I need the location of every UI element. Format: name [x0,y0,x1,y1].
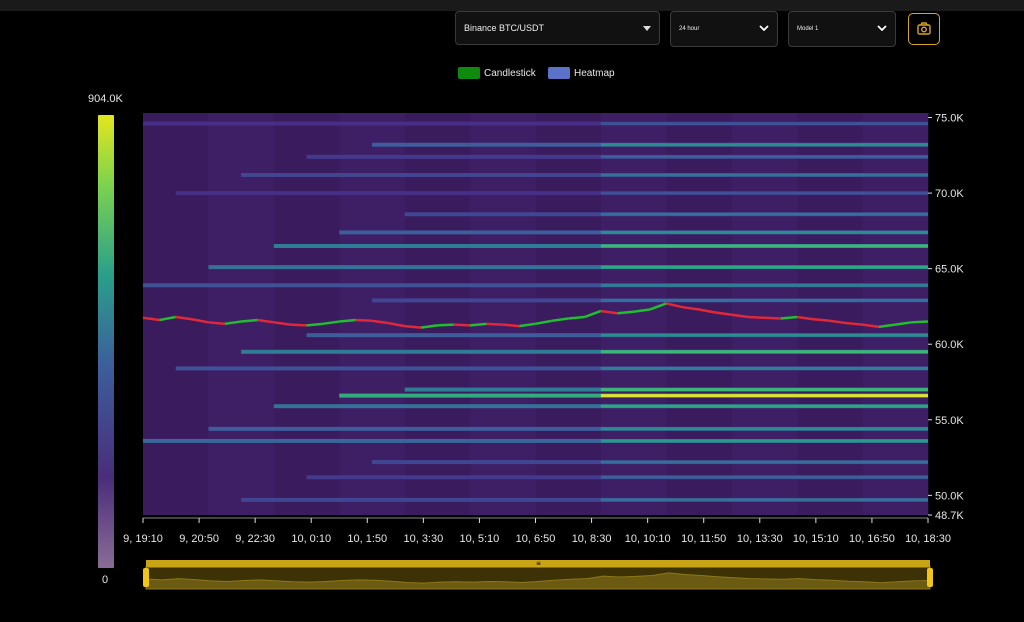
colorbar [98,115,114,568]
x-tick-label: 10, 15:10 [793,533,839,545]
y-tick-label: 60.0K [935,339,964,351]
liquidity-band-recent [600,394,928,398]
x-tick-label: 10, 6:50 [516,533,556,545]
candle-segment [241,318,258,323]
x-tick-label: 10, 13:30 [737,533,783,545]
navigator-grip-icon[interactable]: ≡ [536,560,541,567]
liquidity-band-recent [600,155,928,159]
liquidity-band-recent [600,143,928,147]
liquidity-band-recent [600,427,928,431]
candle-segment [813,318,830,323]
liquidity-band-recent [600,283,928,287]
liquidity-band-recent [600,265,928,269]
x-tick-label: 9, 20:50 [179,533,219,545]
y-tick-label: 48.7K [935,510,964,522]
candle-segment [469,322,487,327]
candle-segment [208,321,225,326]
candle-segment [355,318,373,323]
navigator-left-handle[interactable] [143,568,149,587]
candle-segment [404,324,422,329]
y-tick-label: 55.0K [935,415,964,427]
x-tick-label: 9, 19:10 [123,533,163,545]
x-tick-label: 10, 8:30 [572,533,612,545]
y-tick-label: 70.0K [935,188,964,200]
candle-segment [846,321,863,326]
candle-segment [502,323,520,328]
x-tick-label: 10, 0:10 [291,533,331,545]
liquidity-band-recent [600,350,928,354]
x-tick-label: 10, 16:50 [849,533,895,545]
candle-segment [339,318,356,323]
range-navigator[interactable]: ≡ [143,560,933,590]
candle-segment [306,322,324,327]
candle-segment [617,310,634,315]
liquidity-band-recent [600,460,928,464]
candle-segment [748,315,765,320]
candle-segment [290,323,307,327]
x-tick-label: 10, 10:10 [625,533,671,545]
candle-segment [486,322,503,326]
x-tick-label: 9, 22:30 [235,533,275,545]
liquidity-band-recent [600,439,928,443]
x-tick-label: 10, 1:50 [347,533,387,545]
candle-segment [437,323,454,327]
y-tick-label: 65.0K [935,264,964,276]
liquidity-band-recent [600,212,928,216]
candle-segment [911,320,929,324]
candle-segment [764,316,781,320]
liquidity-band-recent [600,298,928,302]
x-tick-label: 10, 18:30 [905,533,951,545]
x-tick-label: 10, 11:50 [681,533,726,545]
liquidity-band-recent [600,244,928,248]
liquidity-band-recent [600,475,928,479]
liquidity-band-recent [600,191,928,195]
x-tick-label: 10, 5:10 [460,533,500,545]
candle-segment [568,315,585,320]
liquidity-heatmap-chart: 75.0K 70.0K 65.0K 60.0K 55.0K 50.0K 48.7K 9, 1… [98,113,964,590]
liquidity-band-recent [600,173,928,177]
liquidity-band-recent [600,122,928,126]
candle-segment [453,323,471,327]
y-tick-label: 50.0K [935,490,964,502]
navigator-right-handle[interactable] [927,568,933,587]
x-tick-label: 10, 3:30 [403,533,443,545]
y-tick-label: 75.0K [935,113,964,125]
candle-segment [780,315,798,320]
liquidity-band-recent [600,404,928,408]
liquidity-band-recent [600,333,928,337]
liquidity-band-recent [600,366,928,370]
liquidity-band-recent [600,388,928,392]
liquidity-band-recent [600,498,928,502]
heatmap-cell [143,113,209,515]
liquidity-band-recent [600,230,928,234]
